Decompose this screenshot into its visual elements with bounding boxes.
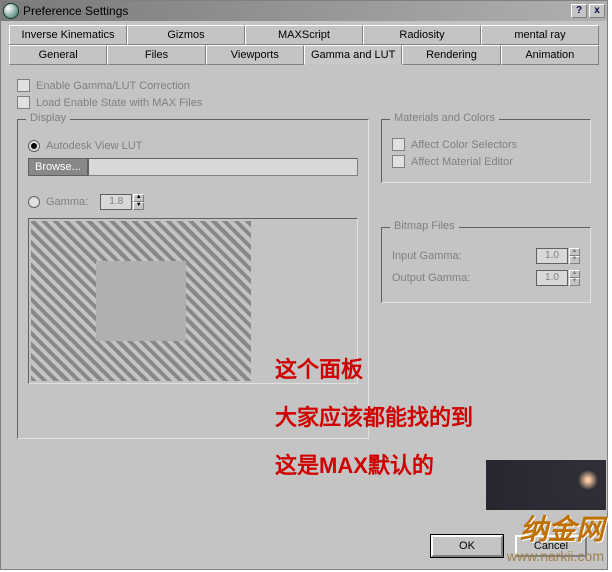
enable-gamma-checkbox[interactable] [17,79,30,92]
display-group-label: Display [26,112,70,124]
tab-mental-ray[interactable]: mental ray [481,25,599,45]
input-gamma-up[interactable]: ▲ [569,248,580,256]
watermark-url: www.narkii.com [507,548,604,564]
tab-inverse-kinematics[interactable]: Inverse Kinematics [9,25,127,45]
affect-material-row[interactable]: Affect Material Editor [392,155,580,168]
content-area: Enable Gamma/LUT Correction Load Enable … [1,65,607,449]
enable-gamma-label: Enable Gamma/LUT Correction [36,80,190,92]
gamma-value[interactable]: 1.8 [100,194,132,210]
lut-path-field[interactable] [88,158,358,176]
annotation-line-3: 这是MAX默认的 [275,448,434,480]
enable-gamma-row[interactable]: Enable Gamma/LUT Correction [17,79,591,92]
help-button[interactable]: ? [571,4,587,18]
affect-color-label: Affect Color Selectors [411,139,517,151]
tabs-area: Inverse Kinematics Gizmos MAXScript Radi… [1,21,607,65]
input-gamma-label: Input Gamma: [392,250,462,262]
titlebar: Preference Settings ? x [1,1,607,21]
tabs-row-2: General Files Viewports Gamma and LUT Re… [9,45,599,65]
input-gamma-row: Input Gamma: 1.0 ▲▼ [392,248,580,264]
output-gamma-spinner[interactable]: 1.0 ▲▼ [536,270,580,286]
materials-group-label: Materials and Colors [390,112,499,124]
output-gamma-down[interactable]: ▼ [569,278,580,286]
tab-files[interactable]: Files [107,45,205,65]
affect-color-checkbox[interactable] [392,138,405,151]
close-button[interactable]: x [589,4,605,18]
gamma-radio[interactable] [28,196,40,208]
tab-gamma-lut[interactable]: Gamma and LUT [304,45,402,65]
tab-animation[interactable]: Animation [501,45,599,65]
gamma-up[interactable]: ▲ [133,194,144,202]
window-title: Preference Settings [23,4,571,18]
output-gamma-value[interactable]: 1.0 [536,270,568,286]
output-gamma-row: Output Gamma: 1.0 ▲▼ [392,270,580,286]
output-gamma-label: Output Gamma: [392,272,470,284]
bitmap-group: Bitmap Files Input Gamma: 1.0 ▲▼ Output … [381,227,591,303]
affect-color-row[interactable]: Affect Color Selectors [392,138,580,151]
affect-material-label: Affect Material Editor [411,156,513,168]
autodesk-lut-label: Autodesk View LUT [46,140,142,152]
tab-viewports[interactable]: Viewports [206,45,304,65]
gamma-spinner[interactable]: 1.8 ▲▼ [100,194,144,210]
annotation-line-2: 大家应该都能找的到 [275,400,473,432]
watermark: 纳金网 www.narkii.com [507,508,604,564]
display-group: Display Autodesk View LUT Browse... Gamm… [17,119,369,439]
watermark-logo: 纳金网 [507,508,604,548]
tab-radiosity[interactable]: Radiosity [363,25,481,45]
tab-gizmos[interactable]: Gizmos [127,25,245,45]
gamma-preview [31,221,251,381]
autodesk-lut-radio[interactable] [28,140,40,152]
load-enable-label: Load Enable State with MAX Files [36,97,202,109]
gamma-down[interactable]: ▼ [133,202,144,210]
gamma-preview-swatch [96,261,186,341]
affect-material-checkbox[interactable] [392,155,405,168]
browse-button[interactable]: Browse... [28,158,88,176]
tab-maxscript[interactable]: MAXScript [245,25,363,45]
autodesk-lut-row[interactable]: Autodesk View LUT [28,140,358,152]
tab-general[interactable]: General [9,45,107,65]
gamma-row[interactable]: Gamma: 1.8 ▲▼ [28,194,358,210]
input-gamma-down[interactable]: ▼ [569,256,580,264]
load-enable-row[interactable]: Load Enable State with MAX Files [17,96,591,109]
input-gamma-spinner[interactable]: 1.0 ▲▼ [536,248,580,264]
tabs-row-1: Inverse Kinematics Gizmos MAXScript Radi… [9,25,599,45]
input-gamma-value[interactable]: 1.0 [536,248,568,264]
annotation-line-1: 这个面板 [275,352,363,384]
output-gamma-up[interactable]: ▲ [569,270,580,278]
bitmap-group-label: Bitmap Files [390,220,459,232]
tab-rendering[interactable]: Rendering [402,45,500,65]
gamma-label: Gamma: [46,196,88,208]
ok-button[interactable]: OK [431,535,503,557]
materials-group: Materials and Colors Affect Color Select… [381,119,591,183]
load-enable-checkbox[interactable] [17,96,30,109]
dark-overlay-image [486,460,606,510]
app-icon [3,3,19,19]
